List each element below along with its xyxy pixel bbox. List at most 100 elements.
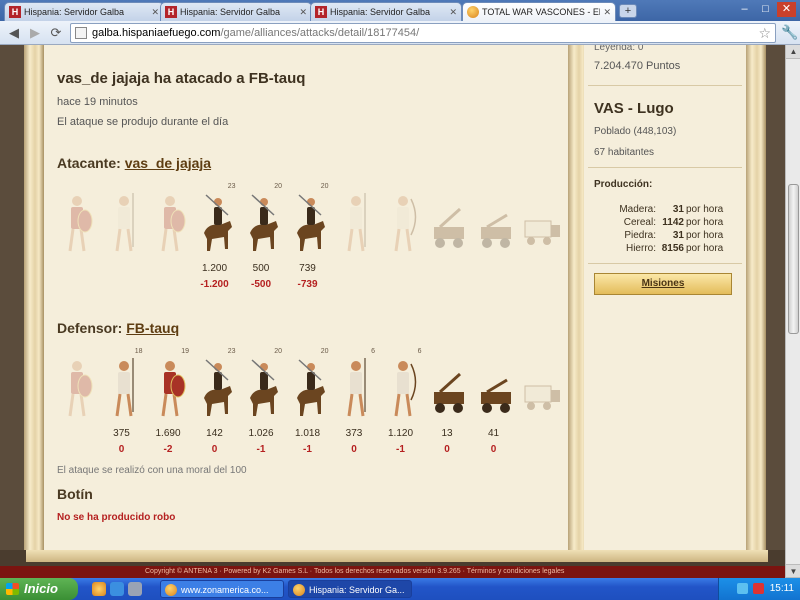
unit-wagon-icon bbox=[523, 187, 561, 264]
page-icon bbox=[75, 27, 87, 39]
scrollbar-thumb[interactable] bbox=[788, 184, 799, 334]
unit-cavalry-icon bbox=[291, 352, 329, 429]
close-icon[interactable]: ✕ bbox=[449, 7, 457, 18]
unit-loss: 0 bbox=[351, 444, 357, 455]
unit-count: 1.200 bbox=[201, 263, 228, 274]
close-icon[interactable]: ✕ bbox=[151, 7, 159, 18]
hispania-favicon-icon: H bbox=[315, 6, 327, 18]
start-button[interactable]: Inicio bbox=[0, 578, 78, 600]
divider bbox=[588, 167, 742, 168]
left-pillar bbox=[24, 45, 44, 550]
security-icon[interactable] bbox=[753, 583, 764, 594]
close-window-button[interactable]: ✕ bbox=[777, 2, 796, 17]
reload-icon[interactable]: ⟳ bbox=[48, 25, 64, 41]
tab-title: TOTAL WAR VASCONES - El p bbox=[482, 7, 601, 17]
scroll-up-icon[interactable]: ▲ bbox=[786, 45, 800, 59]
system-tray: 15:11 bbox=[718, 578, 800, 600]
unit-catapult-icon bbox=[477, 352, 515, 429]
unit-archer-icon bbox=[384, 187, 422, 264]
page-viewport: vas_de jajaja ha atacado a FB-tauq hace … bbox=[0, 45, 785, 578]
unit-count: 375 bbox=[113, 428, 130, 439]
unit-count: 142 bbox=[206, 428, 223, 439]
unit-slot: 23 1.200 -1.200 bbox=[194, 183, 236, 303]
unit-count: 1.018 bbox=[294, 428, 321, 439]
unit-count: 1.690 bbox=[155, 428, 181, 439]
unit-shield-icon bbox=[151, 352, 189, 429]
unit-cavalry-icon bbox=[244, 352, 282, 429]
close-icon[interactable]: ✕ bbox=[299, 7, 307, 18]
battle-report-panel: vas_de jajaja ha atacado a FB-tauq hace … bbox=[44, 45, 568, 550]
unit-slot: 6 373 0 bbox=[333, 348, 375, 468]
unit-wagon-icon bbox=[523, 352, 561, 429]
bookmark-star-icon[interactable]: ☆ bbox=[758, 25, 771, 42]
unit-catapult-icon bbox=[477, 187, 515, 264]
unit-slot bbox=[519, 183, 561, 303]
resource-row-stone: Piedra: 31 por hora bbox=[624, 230, 724, 241]
unit-slot bbox=[380, 183, 422, 303]
network-icon[interactable] bbox=[737, 583, 748, 594]
url-text: galba.hispaniaefuego.com/game/alliances/… bbox=[92, 27, 420, 39]
taskbar-window-button[interactable]: www.zonamerica.co... bbox=[160, 580, 284, 598]
unit-loss: -1.200 bbox=[200, 279, 229, 290]
unit-count: 373 bbox=[345, 428, 363, 439]
unit-slot bbox=[54, 348, 96, 468]
footer-ornament bbox=[26, 550, 768, 562]
unit-slot bbox=[54, 183, 96, 303]
unit-spear-icon bbox=[337, 352, 375, 429]
chrome-icon bbox=[293, 584, 305, 596]
unit-loss: 0 bbox=[490, 444, 497, 455]
back-arrow-icon[interactable]: ◀ bbox=[6, 25, 22, 41]
city-name: VAS - Lugo bbox=[594, 100, 674, 117]
address-bar[interactable]: galba.hispaniaefuego.com/game/alliances/… bbox=[70, 23, 776, 43]
hispania-favicon-icon: H bbox=[9, 6, 21, 18]
resource-row-wood: Madera: 31 por hora bbox=[619, 204, 724, 215]
unit-shield-icon bbox=[151, 187, 189, 264]
browser-tab[interactable]: H Hispania: Servidor Galba ✕ bbox=[4, 2, 164, 21]
browser-tab-bar: H Hispania: Servidor Galba ✕ H Hispania:… bbox=[0, 0, 800, 21]
unit-loss: -739 bbox=[297, 279, 318, 290]
scroll-down-icon[interactable]: ▼ bbox=[786, 564, 800, 578]
close-icon[interactable]: ✕ bbox=[603, 7, 611, 18]
maximize-button[interactable]: □ bbox=[756, 2, 775, 17]
unit-loss: 0 bbox=[118, 444, 125, 455]
browser-tab[interactable]: H Hispania: Servidor Galba ✕ bbox=[160, 2, 312, 21]
browser-tab[interactable]: H Hispania: Servidor Galba ✕ bbox=[310, 2, 462, 21]
vertical-scrollbar[interactable]: ▲ ▼ bbox=[785, 45, 800, 578]
browser-tab-active[interactable]: TOTAL WAR VASCONES - El p ✕ bbox=[462, 2, 616, 21]
unit-slot: 20 500 -500 bbox=[240, 183, 282, 303]
unit-count: 500 bbox=[252, 263, 270, 274]
tab-title: Hispania: Servidor Galba bbox=[330, 7, 431, 17]
attacker-player-link[interactable]: vas_de jajaja bbox=[125, 155, 211, 171]
unit-loss: 0 bbox=[444, 444, 450, 455]
defender-player-link[interactable]: FB-tauq bbox=[126, 320, 179, 336]
ie-icon[interactable] bbox=[110, 582, 124, 596]
minimize-button[interactable]: – bbox=[735, 2, 754, 17]
unit-slot bbox=[101, 183, 143, 303]
unit-count: 1.120 bbox=[387, 428, 414, 439]
wrench-icon[interactable]: 🔧 bbox=[781, 24, 798, 41]
media-icon[interactable] bbox=[128, 582, 142, 596]
loot-heading: Botín bbox=[57, 486, 93, 502]
unit-slot bbox=[333, 183, 375, 303]
new-tab-button[interactable]: + bbox=[619, 4, 637, 18]
unit-loss: -1 bbox=[396, 444, 405, 455]
divider bbox=[588, 263, 742, 264]
footer-copyright: Copyright © ANTENA 3 · Powered by K2 Gam… bbox=[145, 568, 565, 575]
unit-siege-icon bbox=[430, 352, 468, 429]
missions-button[interactable]: Misiones bbox=[594, 273, 732, 295]
unit-slot bbox=[426, 183, 468, 303]
attack-description: El ataque se produjo durante el día bbox=[57, 116, 229, 128]
report-time: hace 19 minutos bbox=[57, 96, 138, 108]
taskbar-window-button-active[interactable]: Hispania: Servidor Ga... bbox=[288, 580, 412, 598]
unit-cavalry-icon bbox=[198, 187, 236, 264]
chrome-icon bbox=[165, 584, 177, 596]
unit-cavalry-icon bbox=[291, 187, 329, 264]
unit-sword-icon bbox=[105, 187, 143, 264]
player-points: 7.204.470 Puntos bbox=[594, 60, 681, 72]
chrome-icon[interactable] bbox=[92, 582, 106, 596]
forward-arrow-icon[interactable]: ▶ bbox=[27, 25, 43, 41]
clock: 15:11 bbox=[769, 583, 794, 594]
unit-count: 1.026 bbox=[248, 428, 274, 439]
tab-title: Hispania: Servidor Galba bbox=[180, 7, 281, 17]
city-population: 67 habitantes bbox=[594, 147, 655, 158]
